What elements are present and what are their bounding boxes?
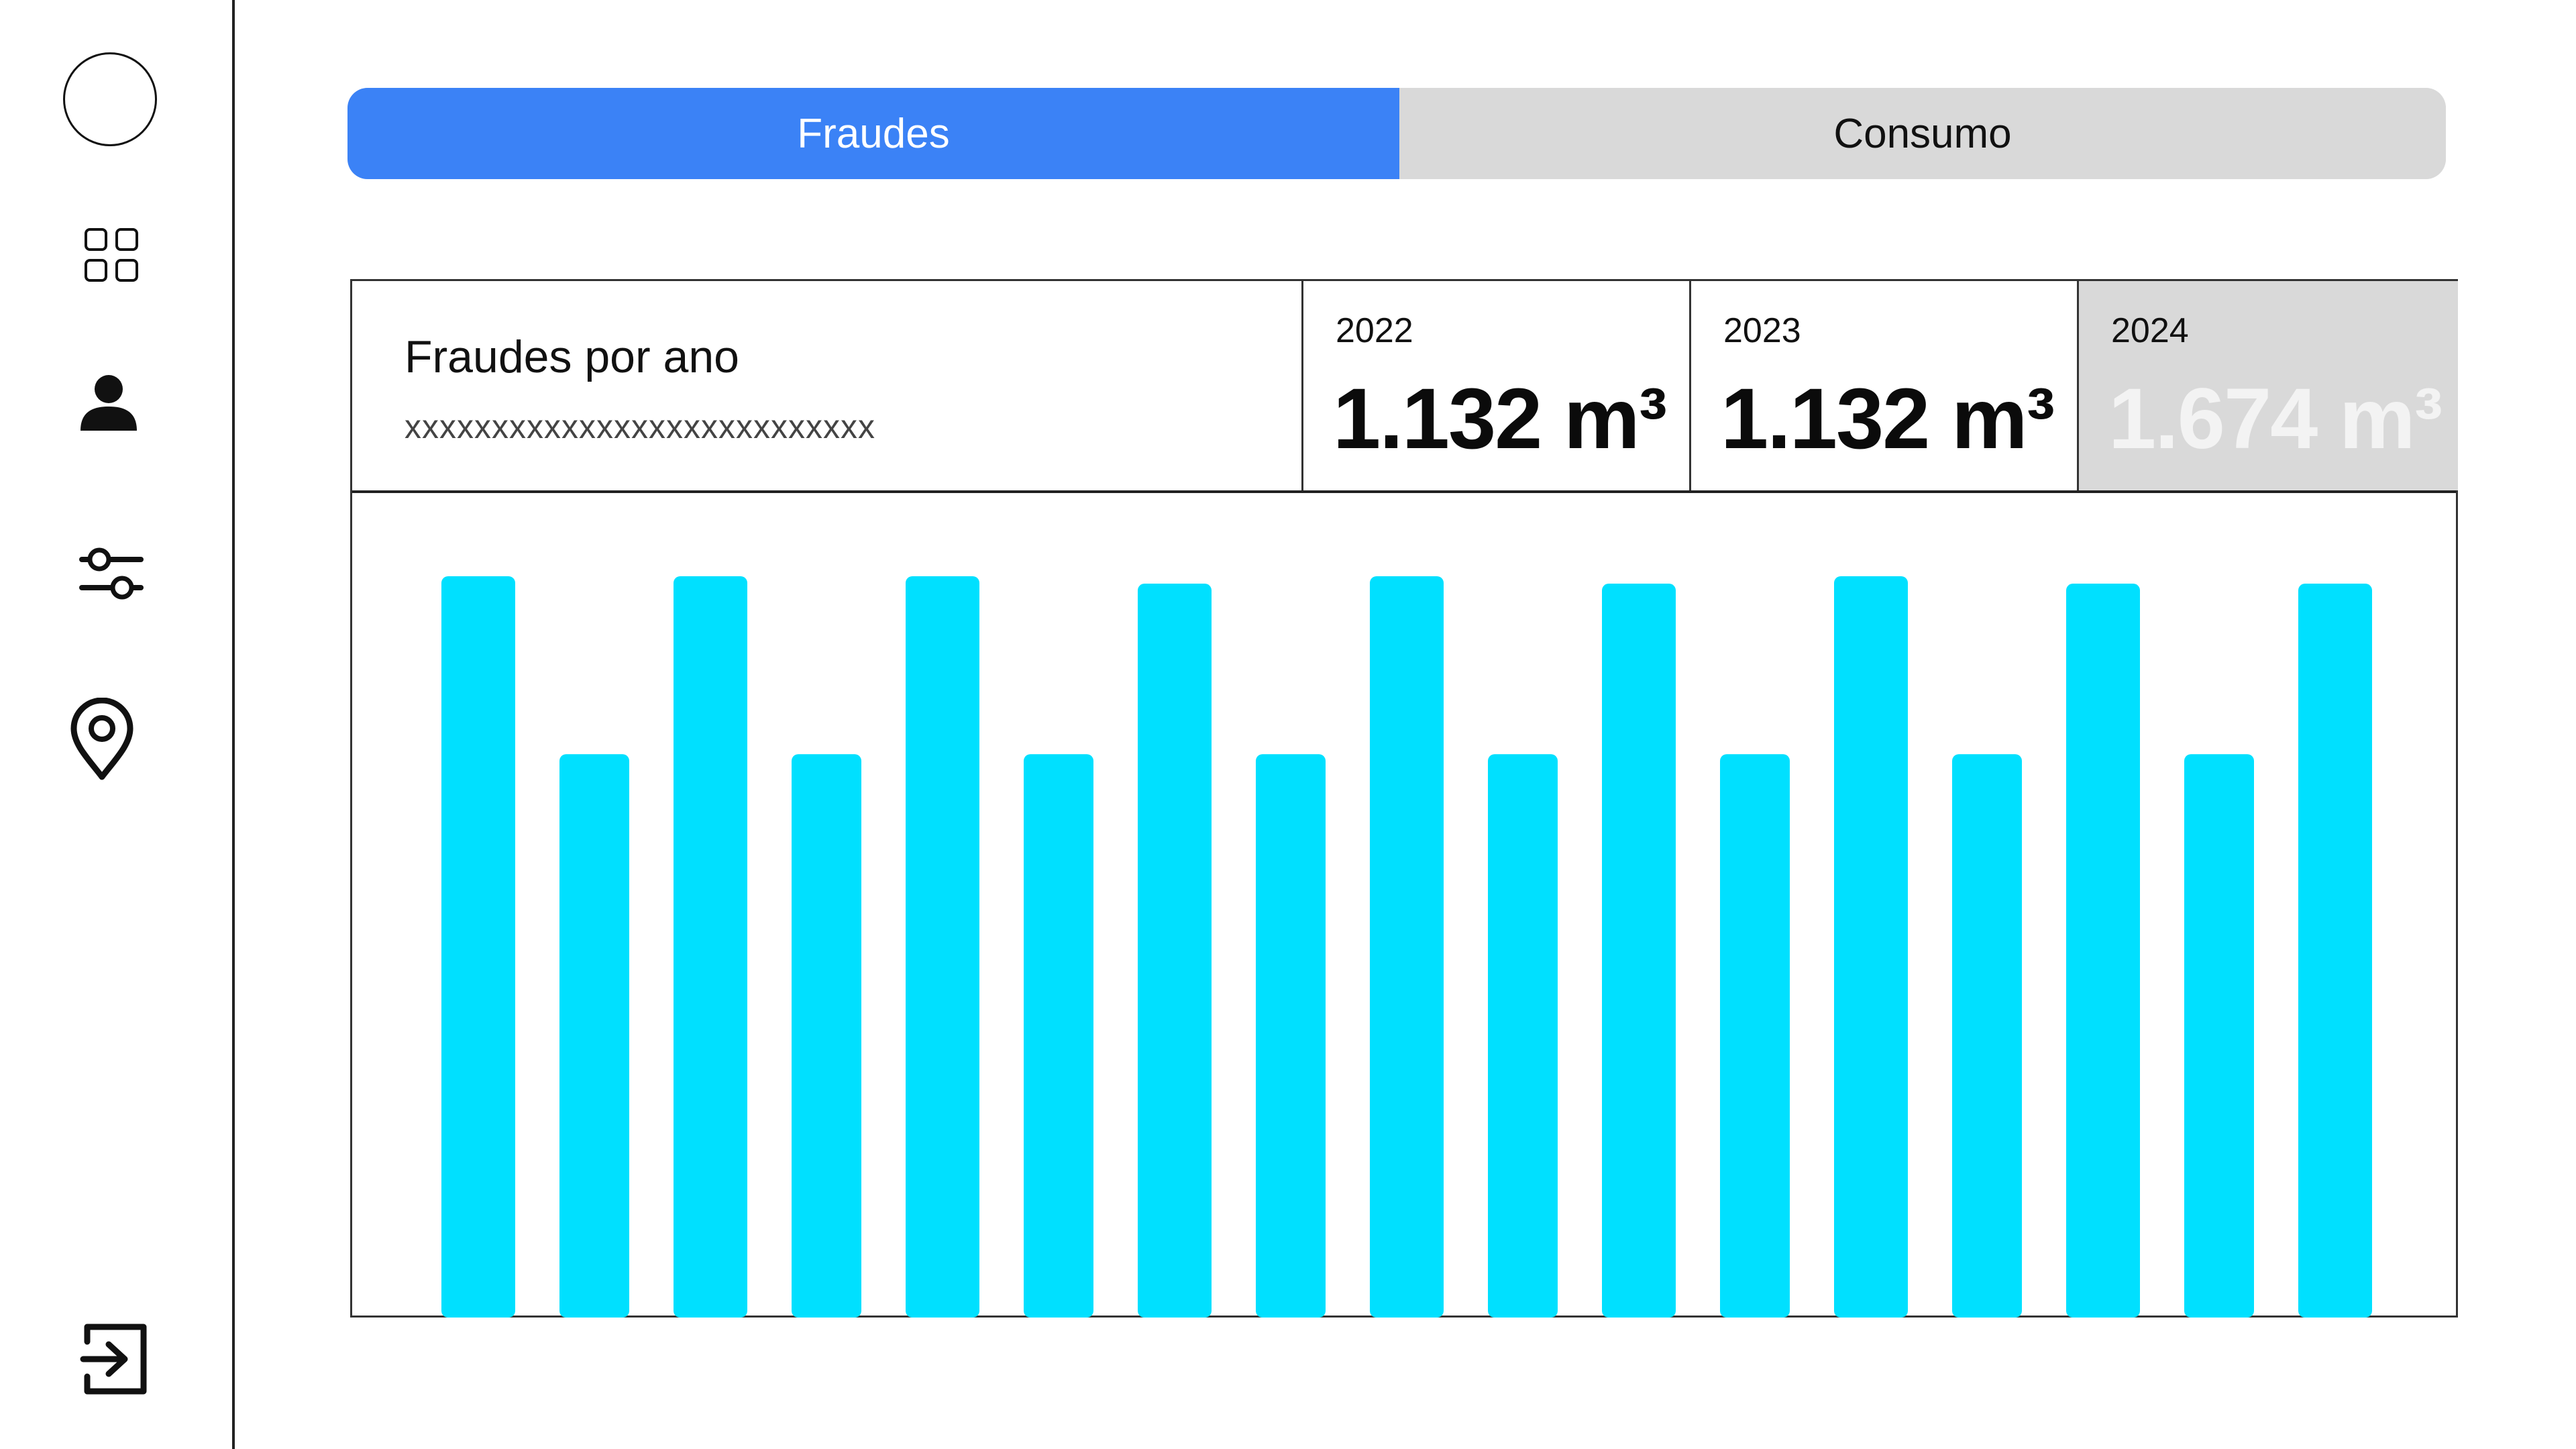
year-value: 1.132 m³ [1721, 371, 2055, 467]
year-value: 1.132 m³ [1333, 371, 1667, 467]
chart-bar[interactable] [674, 576, 747, 1318]
year-card-2024[interactable]: 2024 1.674 m³ [2079, 281, 2458, 490]
chart-bar[interactable] [2066, 584, 2140, 1318]
chart-area [352, 493, 2456, 1318]
user-icon[interactable] [79, 373, 138, 432]
chart-bar[interactable] [792, 754, 861, 1318]
panel-title-area: Fraudes por ano xxxxxxxxxxxxxxxxxxxxxxxx… [352, 281, 1303, 490]
year-label: 2024 [2111, 311, 2189, 350]
chart-bar[interactable] [1488, 754, 1558, 1318]
chart-bar[interactable] [1024, 754, 1093, 1318]
year-label: 2022 [1336, 311, 1413, 350]
tab-bar: Fraudes Consumo [347, 88, 2446, 179]
logout-icon[interactable] [79, 1319, 149, 1399]
year-card-2023[interactable]: 2023 1.132 m³ [1691, 281, 2079, 490]
chart-bar[interactable] [1138, 584, 1212, 1318]
year-label: 2023 [1723, 311, 1801, 350]
chart-bar[interactable] [441, 576, 515, 1318]
fraud-panel: Fraudes por ano xxxxxxxxxxxxxxxxxxxxxxxx… [350, 279, 2458, 1318]
panel-title: Fraudes por ano [405, 331, 739, 382]
tab-fraudes[interactable]: Fraudes [347, 88, 1399, 179]
chart-bar[interactable] [2298, 584, 2372, 1318]
chart-bar[interactable] [1370, 576, 1444, 1318]
tab-consumo[interactable]: Consumo [1399, 88, 2446, 179]
sliders-icon[interactable] [79, 546, 144, 602]
location-pin-icon[interactable] [70, 698, 134, 781]
chart-bar[interactable] [906, 576, 979, 1318]
panel-subtitle: xxxxxxxxxxxxxxxxxxxxxxxxxxx [405, 408, 875, 445]
year-card-2022[interactable]: 2022 1.132 m³ [1303, 281, 1691, 490]
sidebar [0, 0, 235, 1449]
panel-header: Fraudes por ano xxxxxxxxxxxxxxxxxxxxxxxx… [352, 281, 2458, 493]
avatar[interactable] [63, 52, 157, 146]
chart-bar[interactable] [2184, 754, 2254, 1318]
chart-bar[interactable] [1952, 754, 2022, 1318]
chart-bar[interactable] [1720, 754, 1790, 1318]
chart-bar[interactable] [1602, 584, 1676, 1318]
chart-bar[interactable] [559, 754, 629, 1318]
grid-icon[interactable] [83, 227, 140, 283]
bar-chart [441, 576, 2372, 1318]
chart-bar[interactable] [1834, 576, 1908, 1318]
year-value: 1.674 m³ [2108, 371, 2443, 467]
chart-bar[interactable] [1256, 754, 1326, 1318]
